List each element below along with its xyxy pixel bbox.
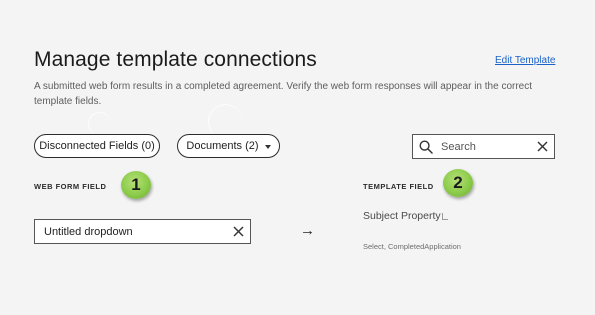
caret-down-icon (264, 144, 271, 149)
page-description: A submitted web form results in a comple… (34, 81, 533, 107)
template-field-name: Subject Property (363, 210, 448, 222)
template-field-label: Subject Property (363, 210, 441, 222)
edit-template-link[interactable]: Edit Template (495, 55, 555, 66)
web-form-field-header: WEB FORM FIELD (34, 182, 107, 191)
search-field[interactable] (412, 134, 555, 159)
search-clear-button[interactable] (537, 141, 548, 152)
page-title: Manage template connections (34, 48, 317, 71)
search-input[interactable] (441, 140, 527, 153)
template-field-details: Select, CompletedApplication (363, 242, 461, 251)
documents-label: Documents (2) (186, 140, 259, 152)
decorative-circle (88, 112, 111, 135)
arrow-right-icon: → (300, 222, 315, 239)
documents-dropdown-button[interactable]: Documents (2) (177, 134, 280, 158)
close-icon (537, 141, 548, 152)
template-field-header: TEMPLATE FIELD (363, 182, 434, 191)
web-form-field-input[interactable] (44, 225, 214, 238)
callout-badge-1: 1 (121, 171, 151, 199)
disconnected-fields-label: Disconnected Fields (0) (39, 140, 155, 152)
web-form-field-selector[interactable] (34, 219, 251, 244)
callout-badge-2: 2 (443, 169, 473, 197)
mouse-cursor-icon (441, 213, 448, 220)
disconnected-fields-filter-button[interactable]: Disconnected Fields (0) (34, 134, 160, 158)
search-icon (419, 139, 433, 154)
close-icon (233, 226, 244, 237)
web-form-field-clear-button[interactable] (233, 226, 244, 237)
